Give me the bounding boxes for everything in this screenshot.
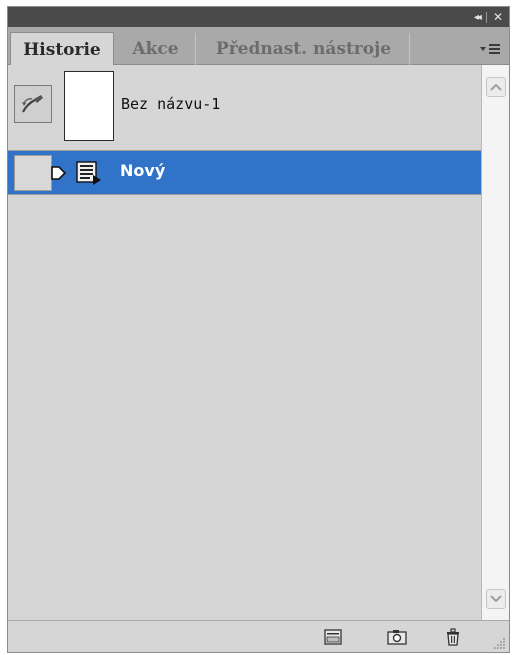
new-document-state-icon [76, 161, 101, 185]
scroll-down-button[interactable] [486, 589, 506, 609]
snapshot-label: Bez názvu-1 [121, 95, 221, 113]
scroll-up-button[interactable] [486, 77, 506, 97]
new-document-from-state-button[interactable] [322, 627, 344, 647]
create-snapshot-button[interactable] [386, 627, 408, 647]
tab-akce[interactable]: Akce [116, 33, 196, 65]
create-snapshot-icon [387, 630, 407, 645]
panel-tabs: Historie Akce Přednast. nástroje [8, 27, 509, 66]
delete-state-button[interactable] [442, 627, 464, 647]
chevron-up-icon [490, 83, 502, 91]
collapse-icon[interactable]: ◂◂ [474, 12, 482, 23]
snapshot-row[interactable]: Bez názvu-1 [8, 65, 481, 151]
tab-historie[interactable]: Historie [10, 32, 114, 66]
current-state-marker-icon [51, 166, 67, 180]
vertical-scrollbar[interactable] [481, 65, 509, 621]
resize-grip-icon[interactable] [492, 635, 506, 649]
panel-footer [8, 620, 509, 652]
history-brush-source-box[interactable] [14, 85, 52, 123]
title-separator [485, 11, 487, 23]
delete-state-icon [447, 628, 459, 646]
tab-prednastavene-nastroje[interactable]: Přednast. nástroje [198, 33, 410, 65]
state-label: Nový [120, 161, 166, 180]
snapshot-thumbnail [64, 71, 114, 141]
history-brush-icon [22, 95, 43, 113]
history-state-row[interactable]: Nový [8, 151, 481, 195]
history-panel: ◂◂ ✕ Historie Akce Přednast. nástroje Be… [7, 6, 510, 653]
new-document-from-state-icon [324, 629, 342, 645]
title-controls: ◂◂ ✕ [474, 9, 503, 25]
panel-title-bar: ◂◂ ✕ [8, 7, 509, 27]
panel-menu-icon[interactable] [473, 39, 501, 59]
history-brush-source-box[interactable] [14, 155, 52, 191]
history-list: Bez názvu-1 Nový [8, 65, 481, 621]
chevron-down-icon [490, 595, 502, 603]
close-icon[interactable]: ✕ [493, 10, 503, 24]
